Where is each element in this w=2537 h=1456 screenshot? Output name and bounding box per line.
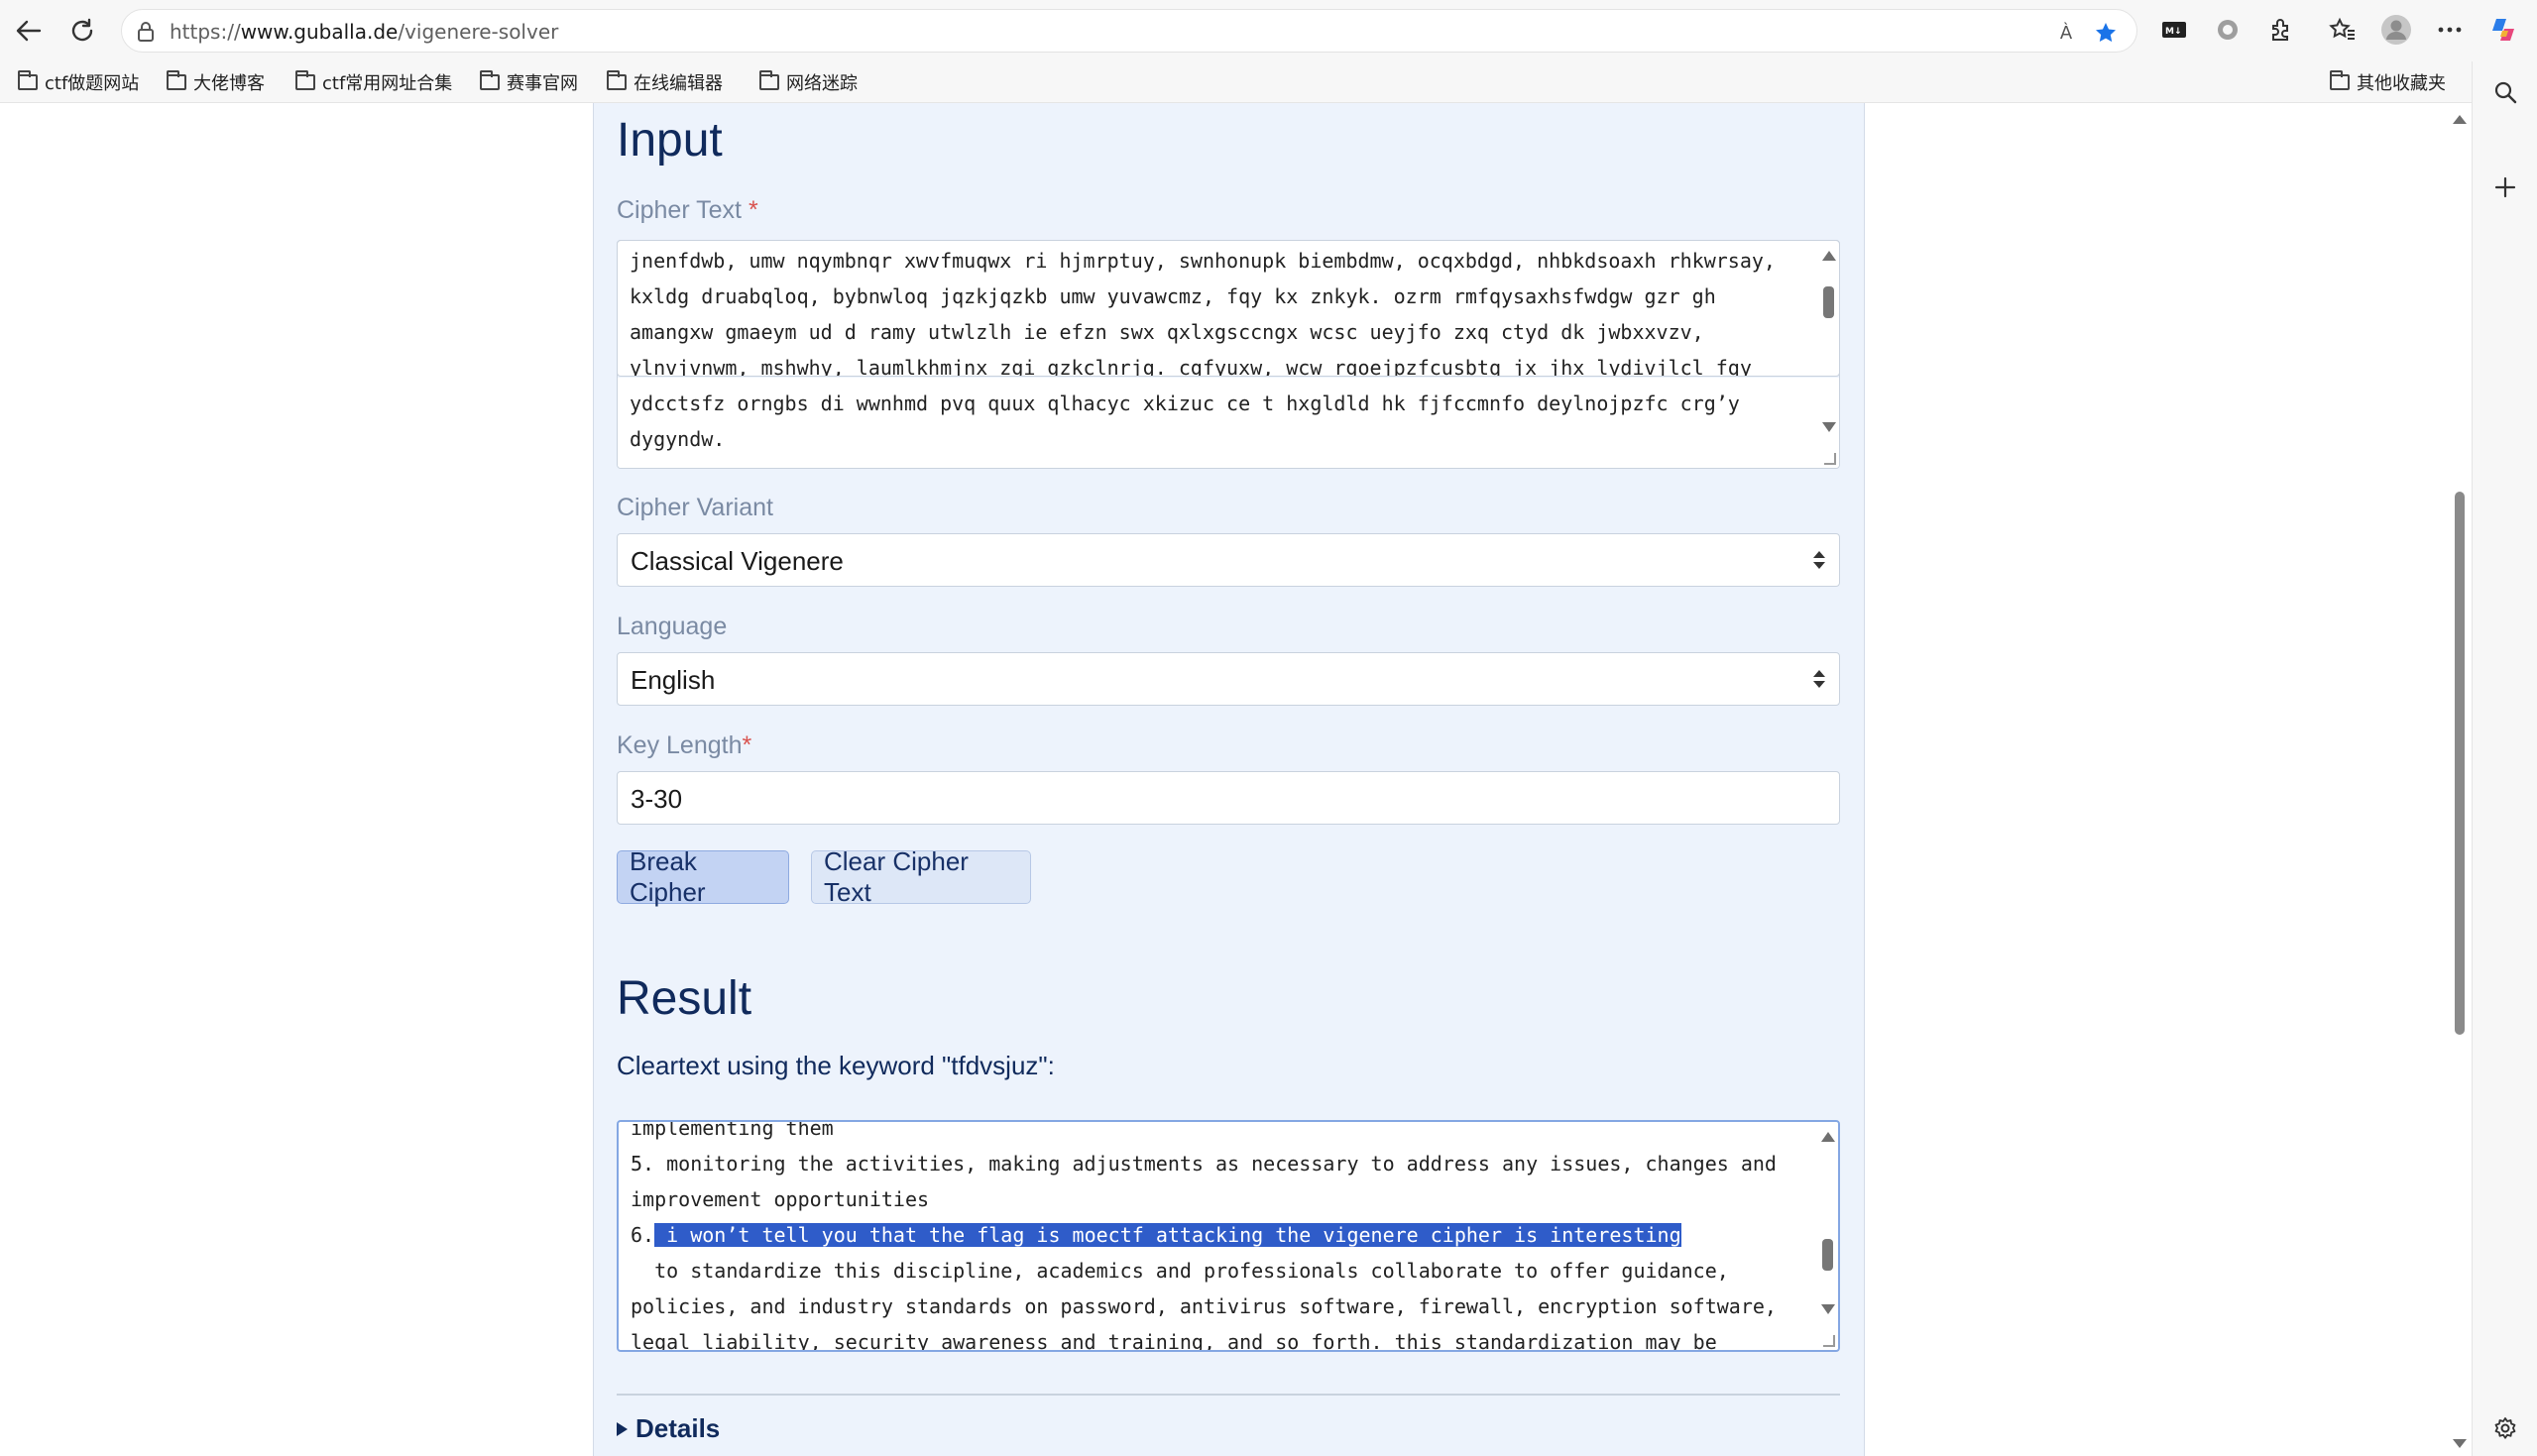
bookmark-label: ctf做题网站 [45,73,140,94]
profile-avatar-icon[interactable] [2379,13,2413,47]
language-value: English [631,665,716,695]
cleartext-line-flag[interactable]: 6. i won’t tell you that the flag is moe… [619,1217,1681,1253]
folder-icon [295,70,315,90]
cleartext-line: policies, and industry standards on pass… [631,1294,1777,1318]
back-arrow-icon [16,20,42,42]
bookmark-label: 大佬博客 [193,73,265,94]
break-cipher-button[interactable]: Break Cipher [617,846,789,907]
folder-icon [759,70,779,90]
refresh-icon [71,18,93,42]
cipher-text-area[interactable]: ydcctsfz orngbs di wwnhmd pvq quux qlhac… [617,240,1840,469]
scroll-up-arrow-icon[interactable] [1821,1132,1835,1142]
cleartext-line: implementing them [631,1120,834,1140]
browser-toolbar: https://www.guballa.de/vigenere-solver A… [0,0,2537,61]
search-icon[interactable] [2488,75,2522,109]
cipher-text-label-text: Cipher Text [617,196,742,224]
read-aloud-icon[interactable]: À [2053,20,2079,46]
lock-icon [136,21,156,47]
page-scroll-thumb[interactable] [2455,492,2465,1035]
cleartext-line: legal liability, security awareness and … [631,1330,1717,1352]
language-select[interactable]: English [617,652,1840,706]
cipher-line: ydcctsfz orngbs di wwnhmd pvq quux qlhac… [630,392,1740,415]
bookmark-blogs[interactable]: 大佬博客 [167,68,265,96]
settings-gear-icon[interactable] [2488,1411,2522,1445]
cipher-variant-value: Classical Vigenere [631,546,844,576]
cipher-variant-label: Cipher Variant [617,494,773,521]
cipher-text-scrollbar-lower[interactable] [1817,241,1839,468]
copilot-icon[interactable] [2486,13,2520,47]
cipher-text-lower: ydcctsfz orngbs di wwnhmd pvq quux qlhac… [618,378,1839,468]
bookmark-label: 网络迷踪 [786,73,858,94]
bookmark-ctf-links[interactable]: ctf常用网址合集 [295,68,452,96]
input-heading: Input [617,114,723,167]
url-host: www.guballa.de [240,20,399,44]
details-toggle[interactable]: Details [617,1413,720,1444]
selected-flag-text[interactable]: i won’t tell you that the flag is moectf… [654,1223,1681,1247]
bookmark-label: 其他收藏夹 [2357,73,2446,94]
add-icon[interactable] [2488,170,2522,204]
cleartext-line: improvement opportunities [631,1187,930,1211]
bookmarks-bar: ctf做题网站 大佬博客 ctf常用网址合集 赛事官网 在线编辑器 网络迷踪 其… [0,61,2537,103]
bookmark-label: ctf常用网址合集 [322,73,453,94]
folder-icon [2330,70,2350,90]
key-length-label: Key Length* [617,731,751,760]
more-options-icon[interactable] [2433,13,2467,47]
resize-grip-icon[interactable] [1823,1335,1835,1347]
cipher-line: dygyndw. [630,427,726,451]
browser-sidebar [2472,61,2537,1456]
folder-icon [607,70,627,90]
scroll-down-arrow-icon[interactable] [1822,422,1836,432]
details-divider [617,1394,1840,1396]
bookmark-osint[interactable]: 网络迷踪 [759,68,858,96]
language-label: Language [617,613,728,640]
cleartext-line: 5. monitoring the activities, making adj… [631,1152,1777,1176]
clear-cipher-text-button[interactable]: Clear Cipher Text [811,846,1031,907]
details-label: Details [635,1413,721,1443]
folder-icon [480,70,500,90]
address-bar[interactable]: https://www.guballa.de/vigenere-solver A… [121,9,2137,53]
url-path: /vigenere-solver [398,20,559,44]
solver-panel: Input Cipher Text * jnenfdwb, umw nqymbn… [593,103,1865,1456]
key-length-label-text: Key Length [617,731,743,759]
bookmark-label: 赛事官网 [507,73,578,94]
cleartext-output[interactable]: implementing them 5. monitoring the acti… [617,1120,1840,1352]
markdown-extension-icon[interactable]: M↓ [2157,13,2191,47]
key-length-value: 3-30 [631,784,683,814]
bookmark-contest-sites[interactable]: 赛事官网 [480,68,578,96]
folder-icon [167,70,186,90]
list-number: 6. [631,1223,655,1247]
bookmark-label: 在线编辑器 [634,73,723,94]
bookmark-ctf-sites[interactable]: ctf做题网站 [18,68,139,96]
svg-text:M↓: M↓ [2165,27,2182,37]
key-length-input[interactable]: 3-30 [617,771,1840,825]
folder-icon [18,70,38,90]
scroll-up-arrow-icon[interactable] [2453,115,2467,124]
cleartext-line: to standardize this discipline, academic… [631,1259,1729,1283]
scroll-down-arrow-icon[interactable] [2453,1439,2467,1448]
page-scrollbar[interactable] [2447,103,2472,1456]
cipher-text-label: Cipher Text * [617,196,758,225]
scroll-down-arrow-icon[interactable] [1821,1304,1835,1314]
resize-grip-icon[interactable] [1824,453,1836,465]
required-mark: * [748,196,758,224]
select-arrows-icon [1813,670,1825,690]
bookmark-online-editors[interactable]: 在线编辑器 [607,68,723,96]
extensions-puzzle-icon[interactable] [2264,13,2298,47]
url-scheme: https:// [170,20,241,44]
refresh-button[interactable] [63,12,101,50]
cleartext-scrollbar[interactable] [1816,1122,1838,1350]
cipher-variant-select[interactable]: Classical Vigenere [617,533,1840,587]
favorites-icon[interactable] [2326,13,2360,47]
disclosure-triangle-icon [617,1421,628,1436]
url-text[interactable]: https://www.guballa.de/vigenere-solver [170,20,558,44]
bookmark-other-favorites[interactable]: 其他收藏夹 [2330,68,2446,96]
cleartext-scroll-thumb[interactable] [1822,1239,1833,1271]
result-heading: Result [617,972,752,1025]
required-mark: * [742,731,752,759]
favorite-star-icon[interactable] [2093,20,2119,46]
extension-circle-icon[interactable] [2211,13,2245,47]
result-subtitle: Cleartext using the keyword "tfdvsjuz": [617,1051,1055,1080]
select-arrows-icon [1813,551,1825,571]
back-button[interactable] [10,12,48,50]
